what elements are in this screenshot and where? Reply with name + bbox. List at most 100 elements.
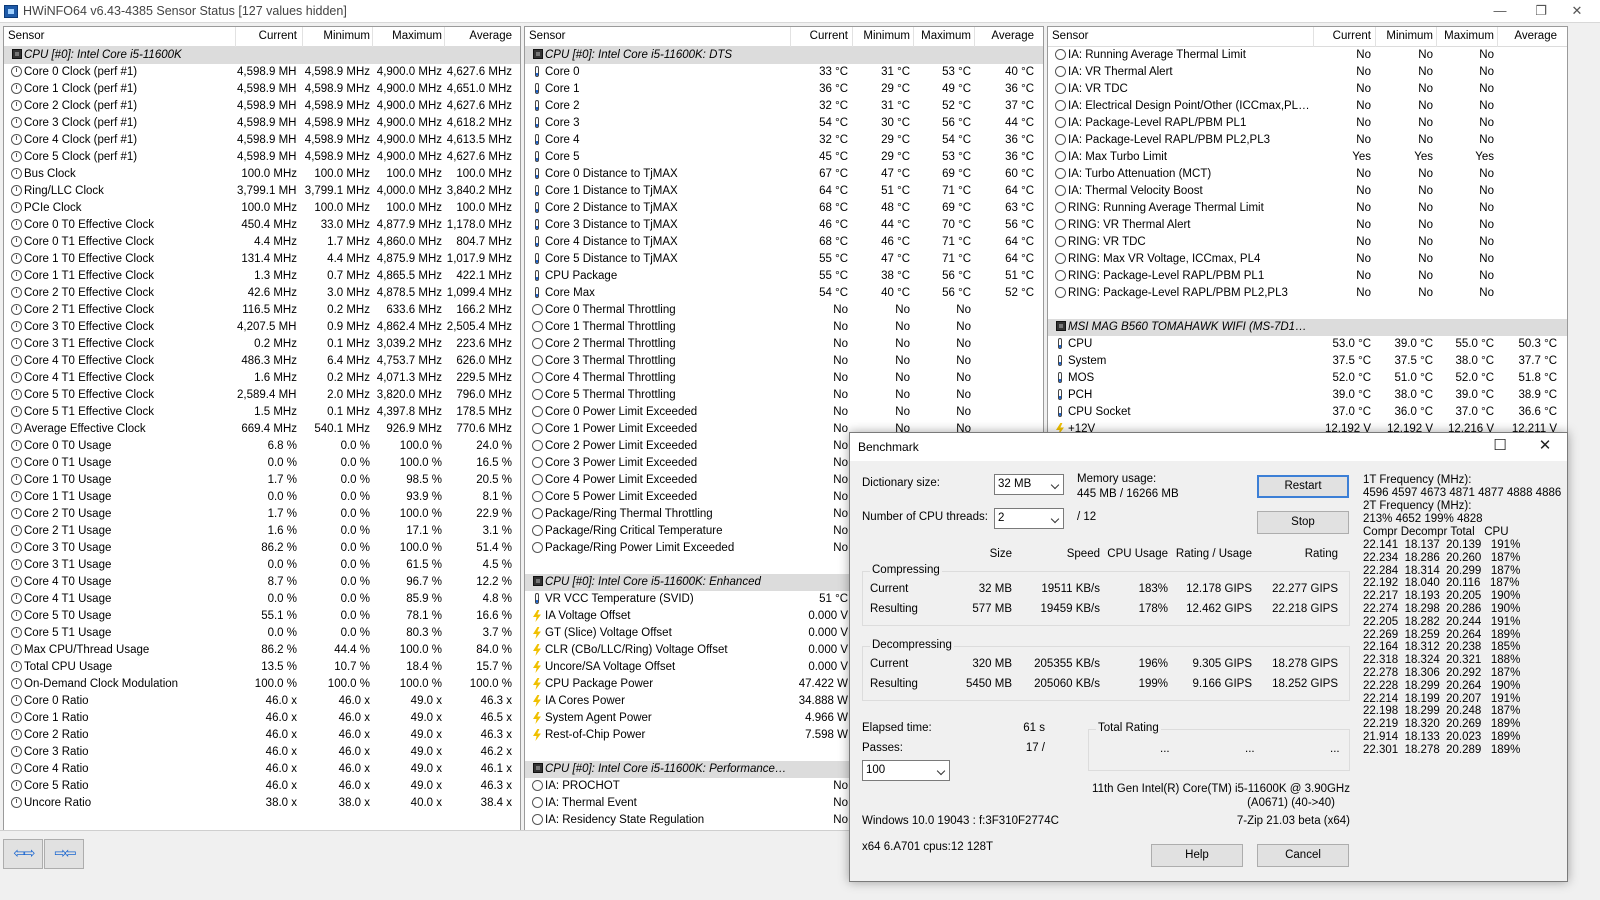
close-button[interactable]: ✕ (1554, 0, 1600, 23)
column-header-current[interactable]: Current (1315, 30, 1371, 42)
sensor-row[interactable]: IA: VR TDC No No No (1048, 81, 1567, 98)
restart-button[interactable]: Restart (1257, 475, 1349, 498)
sensor-row[interactable]: Core 3 T0 Effective Clock 4,207.5 MHz 0.9 … (4, 319, 520, 336)
column-header-sensor[interactable]: Sensor (8, 30, 236, 42)
column-separator[interactable] (790, 27, 791, 47)
sensor-row[interactable]: Core 4 T1 Effective Clock 1.6 MHz 0.2 MHz 4… (4, 370, 520, 387)
sensor-row[interactable]: Average Effective Clock 669.4 MHz 540.1 MH… (4, 421, 520, 438)
column-separator[interactable] (235, 27, 236, 47)
sensor-row[interactable]: Core 3 Ratio 46.0 x 46.0 x 49.0 x 46.2 x (4, 744, 520, 761)
threads-select[interactable]: 2 (994, 508, 1064, 529)
sensor-row[interactable]: Core 2 32 °C 31 °C 52 °C 37 °C (525, 98, 1043, 115)
sensor-row[interactable]: Core 1 T1 Usage 0.0 % 0.0 % 93.9 % 8.1 % (4, 489, 520, 506)
sensor-row[interactable]: Core 2 T0 Effective Clock 42.6 MHz 3.0 MHz… (4, 285, 520, 302)
sensor-row[interactable]: IA: Turbo Attenuation (MCT) No No No (1048, 166, 1567, 183)
sensor-row[interactable]: Max CPU/Thread Usage 86.2 % 44.4 % 100.0 % 8… (4, 642, 520, 659)
column-header-average[interactable]: Average (446, 30, 512, 42)
column-separator[interactable] (444, 27, 445, 47)
sensor-row[interactable]: Core 1 36 °C 29 °C 49 °C 36 °C (525, 81, 1043, 98)
column-header-maximum[interactable]: Maximum (915, 30, 971, 42)
sensor-row[interactable]: RING: Package-Level RAPL/PBM PL1 No No No (1048, 268, 1567, 285)
sensor-row[interactable]: Core 4 Clock (perf #1) 4,598.9 MHz 4,598.9… (4, 132, 520, 149)
sensor-row[interactable]: RING: Running Average Thermal Limit No No N… (1048, 200, 1567, 217)
sensor-row[interactable]: Core 0 Ratio 46.0 x 46.0 x 49.0 x 46.3 x (4, 693, 520, 710)
sensor-row[interactable]: Core 1 T0 Usage 1.7 % 0.0 % 98.5 % 20.5 % (4, 472, 520, 489)
sensor-row[interactable]: Core 4 Thermal Throttling No No No (525, 370, 1043, 387)
column-header-average[interactable]: Average (1499, 30, 1557, 42)
column-separator[interactable] (1436, 27, 1437, 47)
column-separator[interactable] (1497, 27, 1498, 47)
column-separator[interactable] (852, 27, 853, 47)
column-header-maximum[interactable]: Maximum (1438, 30, 1494, 42)
sensor-row[interactable]: Core 4 32 °C 29 °C 54 °C 36 °C (525, 132, 1043, 149)
sensor-row[interactable]: Core 3 54 °C 30 °C 56 °C 44 °C (525, 115, 1043, 132)
stop-button[interactable]: Stop (1257, 511, 1349, 534)
sensor-row[interactable]: Uncore Ratio 38.0 x 38.0 x 40.0 x 38.4 x (4, 795, 520, 812)
sensor-row[interactable]: Core 3 T1 Effective Clock 0.2 MHz 0.1 MHz 3… (4, 336, 520, 353)
sensor-row[interactable]: RING: Max VR Voltage, ICCmax, PL4 No No No (1048, 251, 1567, 268)
sensor-row[interactable]: CPU Socket 37.0 °C 36.0 °C 37.0 °C 36.6 °C (1048, 404, 1567, 421)
sensor-row[interactable]: Core 5 Thermal Throttling No No No (525, 387, 1043, 404)
sensor-row[interactable]: Core 5 Clock (perf #1) 4,598.9 MHz 4,598.9… (4, 149, 520, 166)
sensor-row[interactable]: Core 0 T0 Effective Clock 450.4 MHz 33.0 M… (4, 217, 520, 234)
sensor-row[interactable]: IA: Thermal Velocity Boost No No No (1048, 183, 1567, 200)
sensor-row[interactable]: Core 2 T1 Usage 1.6 % 0.0 % 17.1 % 3.1 % (4, 523, 520, 540)
sensor-row[interactable]: RING: Package-Level RAPL/PBM PL2,PL3 No No… (1048, 285, 1567, 302)
sensor-row[interactable]: Core 2 Thermal Throttling No No No (525, 336, 1043, 353)
sensor-row[interactable]: Core 1 T0 Effective Clock 131.4 MHz 4.4 MH… (4, 251, 520, 268)
sensor-row[interactable]: Core 5 T0 Usage 55.1 % 0.0 % 78.1 % 16.6 % (4, 608, 520, 625)
sensor-row[interactable]: MOS 52.0 °C 51.0 °C 52.0 °C 51.8 °C (1048, 370, 1567, 387)
sensor-row[interactable]: CPU Package 55 °C 38 °C 56 °C 51 °C (525, 268, 1043, 285)
column-header-maximum[interactable]: Maximum (374, 30, 442, 42)
sensor-row[interactable]: Core 5 45 °C 29 °C 53 °C 36 °C (525, 149, 1043, 166)
sensor-row[interactable]: Core Max 54 °C 40 °C 56 °C 52 °C (525, 285, 1043, 302)
sensor-row[interactable]: Core 1 Distance to TjMAX 64 °C 51 °C 71 °C 6… (525, 183, 1043, 200)
column-header-current[interactable]: Current (792, 30, 848, 42)
sensor-row[interactable]: Bus Clock 100.0 MHz 100.0 MHz 100.0 MHz 100.… (4, 166, 520, 183)
sensor-row[interactable]: Core 3 T1 Usage 0.0 % 0.0 % 61.5 % 4.5 % (4, 557, 520, 574)
sensor-row[interactable]: Core 3 Distance to TjMAX 46 °C 44 °C 70 °C 5… (525, 217, 1043, 234)
sensor-group-header[interactable]: CPU [#0]: Intel Core i5-11600K: DTS (525, 47, 1043, 64)
sensor-row[interactable]: IA: Electrical Design Point/Other (ICCma… (1048, 98, 1567, 115)
column-header-minimum[interactable]: Minimum (1377, 30, 1433, 42)
arrow-right-left-icon[interactable]: ⇨⇦ (44, 839, 84, 869)
sensor-row[interactable]: CPU 53.0 °C 39.0 °C 55.0 °C 50.3 °C (1048, 336, 1567, 353)
column-header-minimum[interactable]: Minimum (304, 30, 370, 42)
sensor-row[interactable]: Core 0 Thermal Throttling No No No (525, 302, 1043, 319)
sensor-row[interactable]: IA: Package-Level RAPL/PBM PL1 No No No (1048, 115, 1567, 132)
column-header-current[interactable]: Current (237, 30, 297, 42)
sensor-row[interactable]: Core 4 Ratio 46.0 x 46.0 x 49.0 x 46.1 x (4, 761, 520, 778)
column-header-minimum[interactable]: Minimum (854, 30, 910, 42)
sensor-row[interactable]: Core 5 Ratio 46.0 x 46.0 x 49.0 x 46.3 x (4, 778, 520, 795)
sensor-row[interactable]: Core 5 T1 Usage 0.0 % 0.0 % 80.3 % 3.7 % (4, 625, 520, 642)
sensor-row[interactable]: Ring/LLC Clock 3,799.1 MHz 3,799.1 MHz 4,00… (4, 183, 520, 200)
sensor-row[interactable]: Core 1 Clock (perf #1) 4,598.9 MHz 4,598.9… (4, 81, 520, 98)
sensor-row[interactable]: Core 0 T0 Usage 6.8 % 0.0 % 100.0 % 24.0 % (4, 438, 520, 455)
column-separator[interactable] (1313, 27, 1314, 47)
sensor-row[interactable]: IA: Running Average Thermal Limit No No No (1048, 47, 1567, 64)
sensor-row[interactable]: Core 1 Ratio 46.0 x 46.0 x 49.0 x 46.5 x (4, 710, 520, 727)
sensor-row[interactable]: Core 3 Thermal Throttling No No No (525, 353, 1043, 370)
sensor-row[interactable]: PCIe Clock 100.0 MHz 100.0 MHz 100.0 MHz 100… (4, 200, 520, 217)
benchmark-close-button[interactable]: ✕ (1525, 436, 1565, 454)
passes-select[interactable]: 100 (862, 760, 950, 781)
column-header-average[interactable]: Average (976, 30, 1034, 42)
sensor-row[interactable]: Core 2 T0 Usage 1.7 % 0.0 % 100.0 % 22.9 % (4, 506, 520, 523)
help-button[interactable]: Help (1151, 844, 1243, 867)
column-separator[interactable] (302, 27, 303, 47)
sensor-row[interactable]: Core 1 Thermal Throttling No No No (525, 319, 1043, 336)
sensor-row[interactable]: Core 5 T0 Effective Clock 2,589.4 MHz 2.0 … (4, 387, 520, 404)
sensor-row[interactable]: Core 5 Distance to TjMAX 55 °C 47 °C 71 °C 6… (525, 251, 1043, 268)
sensor-row[interactable]: IA: Package-Level RAPL/PBM PL2,PL3 No No No (1048, 132, 1567, 149)
sensor-row[interactable]: PCH 39.0 °C 38.0 °C 39.0 °C 38.9 °C (1048, 387, 1567, 404)
column-separator[interactable] (1375, 27, 1376, 47)
sensor-row[interactable]: Core 0 Clock (perf #1) 4,598.9 MHz 4,598.9… (4, 64, 520, 81)
column-header-sensor[interactable]: Sensor (1052, 30, 1314, 42)
sensor-group-header[interactable]: CPU [#0]: Intel Core i5-11600K (4, 47, 520, 64)
sensor-row[interactable]: RING: VR TDC No No No (1048, 234, 1567, 251)
sensor-row[interactable]: Total CPU Usage 13.5 % 10.7 % 18.4 % 15.7 % (4, 659, 520, 676)
sensor-row[interactable]: Core 4 T0 Usage 8.7 % 0.0 % 96.7 % 12.2 % (4, 574, 520, 591)
sensor-row[interactable]: Core 4 T0 Effective Clock 486.3 MHz 6.4 MH… (4, 353, 520, 370)
sensor-row[interactable]: Core 0 Power Limit Exceeded No No No (525, 404, 1043, 421)
sensor-row[interactable]: Core 2 Distance to TjMAX 68 °C 48 °C 69 °C 6… (525, 200, 1043, 217)
